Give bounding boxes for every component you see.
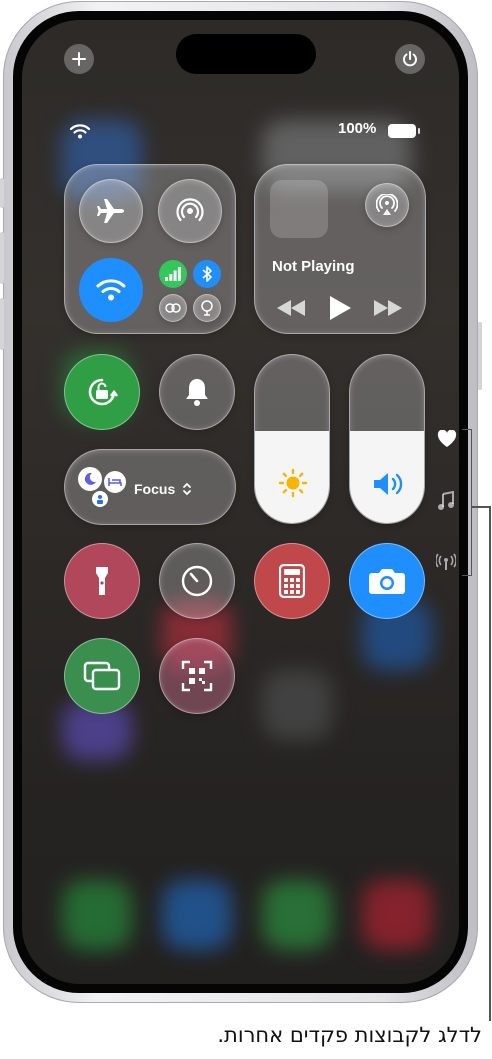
person-badge-icon (92, 491, 108, 507)
calculator-icon (279, 564, 305, 598)
timer-icon (181, 565, 213, 597)
power-icon (403, 51, 417, 67)
cellular-icon (165, 267, 181, 281)
callout-caption: לדלג לקבוצות פקדים אחרות. (217, 1023, 482, 1047)
bed-icon (104, 471, 126, 493)
callout-leader-line (489, 506, 491, 1021)
screen-mirroring-icon (83, 661, 121, 691)
side-button (478, 322, 482, 390)
battery-icon (388, 124, 420, 138)
wifi-icon (70, 124, 90, 139)
timer-button[interactable] (159, 543, 235, 619)
hotspot-icon (165, 303, 181, 313)
camera-icon (369, 569, 405, 594)
now-playing-title: Not Playing (272, 258, 355, 275)
action-button (0, 178, 4, 208)
airplay-button[interactable] (365, 183, 409, 227)
focus-label: Focus (134, 481, 176, 497)
qr-scanner-icon (181, 660, 213, 692)
camera-button[interactable] (349, 543, 425, 619)
vpn-toggle[interactable] (193, 294, 221, 322)
antenna-icon[interactable] (436, 553, 456, 571)
cellular-toggle[interactable] (159, 260, 187, 288)
moon-icon (78, 467, 102, 491)
airdrop-icon (176, 198, 204, 222)
focus-icons (78, 467, 128, 507)
previous-track-button[interactable] (277, 300, 305, 316)
play-button[interactable] (328, 295, 352, 321)
music-note-icon[interactable] (438, 491, 454, 511)
code-scanner-button[interactable] (159, 638, 235, 714)
volume-slider[interactable] (349, 354, 425, 524)
airdrop-toggle[interactable] (158, 179, 222, 243)
calculator-button[interactable] (254, 543, 330, 619)
power-button[interactable] (395, 44, 425, 74)
flashlight-button[interactable] (64, 543, 140, 619)
wifi-toggle[interactable] (79, 258, 143, 322)
album-art-placeholder (270, 180, 328, 238)
vpn-icon (201, 300, 213, 316)
speaker-icon (374, 473, 403, 495)
control-center-screen: 100% Not Playing Focus (22, 20, 459, 984)
bell-icon (186, 379, 208, 406)
bluetooth-icon (202, 266, 212, 282)
flashlight-icon (96, 567, 108, 595)
brightness-slider[interactable] (254, 354, 330, 524)
volume-up-button (0, 232, 4, 284)
wifi-icon (96, 279, 126, 301)
plus-icon (72, 52, 86, 66)
callout-connector (471, 506, 491, 508)
dynamic-island (176, 34, 316, 74)
add-controls-button[interactable] (64, 44, 94, 74)
next-track-button[interactable] (374, 300, 402, 316)
callout-bracket (462, 429, 472, 576)
silent-mode-toggle[interactable] (159, 354, 235, 430)
bluetooth-toggle[interactable] (193, 260, 221, 288)
airplane-mode-toggle[interactable] (79, 179, 143, 243)
chevron-updown-icon (183, 482, 191, 496)
volume-down-button (0, 298, 4, 350)
heart-icon[interactable] (437, 430, 457, 448)
sun-icon (278, 468, 308, 498)
orientation-lock-toggle[interactable] (64, 354, 140, 430)
screen-mirroring-button[interactable] (64, 638, 140, 714)
personal-hotspot-toggle[interactable] (159, 294, 187, 322)
rotation-lock-icon (88, 378, 119, 406)
airplane-icon (97, 199, 124, 223)
battery-percent: 100% (338, 120, 377, 137)
airplay-icon (376, 194, 398, 215)
